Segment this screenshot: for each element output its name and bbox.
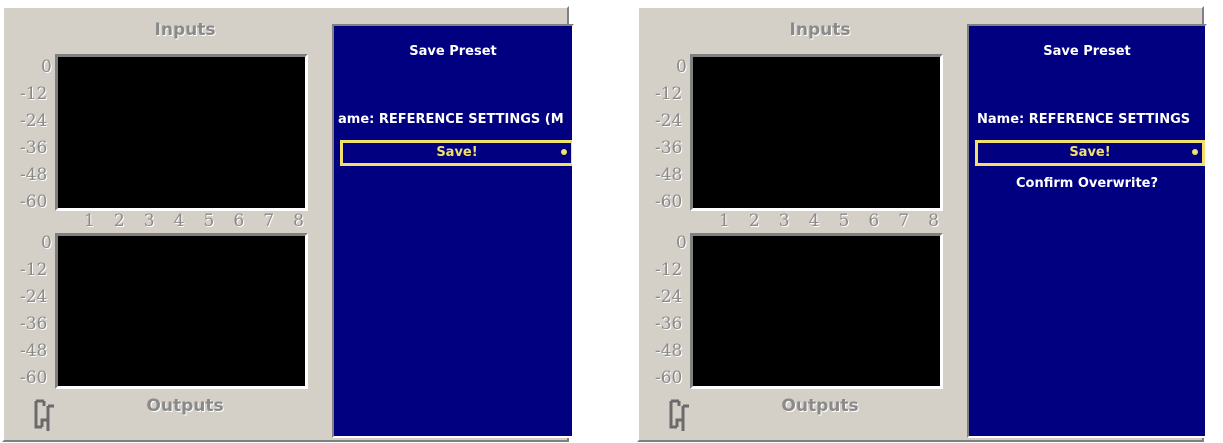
channel-number: 6 (233, 211, 245, 231)
save-button[interactable]: Save! (340, 140, 572, 166)
device-panel-right: Inputs 0 -12 -24 -36 -48 -60 1 2 3 4 5 6… (637, 6, 1207, 442)
channel-number: 4 (173, 211, 185, 231)
selection-dot-icon (1192, 149, 1198, 155)
preset-display: Save Preset Name: REFERENCE SETTINGS Sav… (967, 24, 1207, 438)
input-level-meter (55, 54, 308, 211)
save-button[interactable]: Save! (975, 140, 1205, 166)
display-title: Save Preset (1043, 44, 1131, 59)
company-logo-icon (34, 399, 54, 431)
channel-number: 1 (719, 211, 730, 231)
company-logo-icon (669, 399, 689, 431)
channel-number: 2 (748, 211, 760, 231)
channel-number: 7 (263, 211, 275, 231)
channel-numbers: 1 2 3 4 5 6 7 8 (84, 211, 304, 231)
channel-number: 7 (898, 211, 910, 231)
confirm-overwrite-prompt: Confirm Overwrite? (1015, 176, 1159, 191)
save-button-label: Save! (436, 145, 478, 160)
channel-number: 5 (838, 211, 850, 231)
outputs-label: Outputs (146, 396, 224, 416)
channel-number: 5 (203, 211, 215, 231)
outputs-label: Outputs (781, 396, 859, 416)
device-panel-left: Inputs 0 -12 -24 -36 -48 -60 1 2 3 4 5 6… (2, 6, 574, 442)
selection-dot-icon (561, 149, 567, 155)
channel-number: 3 (778, 211, 790, 231)
channel-number: 6 (868, 211, 880, 231)
channel-number: 3 (143, 211, 155, 231)
channel-number: 8 (293, 211, 304, 231)
preset-name: ame: REFERENCE SETTINGS (M (338, 112, 564, 127)
channel-number: 2 (113, 211, 125, 231)
channel-number: 1 (84, 211, 95, 231)
preset-name: Name: REFERENCE SETTINGS (977, 112, 1191, 127)
output-level-meter (690, 233, 943, 389)
display-title: Save Preset (409, 44, 497, 59)
channel-number: 4 (808, 211, 820, 231)
output-level-meter (55, 233, 308, 389)
inputs-label: Inputs (789, 20, 851, 40)
save-button-label: Save! (1069, 145, 1111, 160)
channel-numbers: 1 2 3 4 5 6 7 8 (719, 211, 939, 231)
channel-number: 8 (928, 211, 939, 231)
input-level-meter (690, 54, 943, 211)
inputs-label: Inputs (154, 20, 216, 40)
preset-display: Save Preset ame: REFERENCE SETTINGS (M S… (332, 24, 574, 438)
